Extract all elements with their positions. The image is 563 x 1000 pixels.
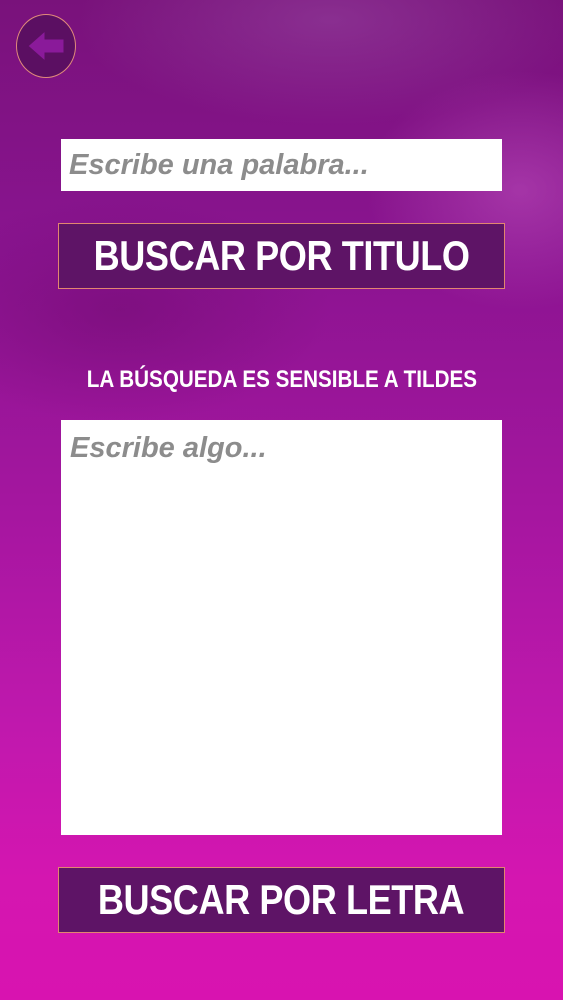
search-by-title-label: BUSCAR POR TITULO (93, 232, 470, 279)
search-by-lyrics-label: BUSCAR POR LETRA (98, 876, 465, 923)
lyrics-search-textarea[interactable] (61, 420, 502, 835)
arrow-left-icon (27, 29, 65, 63)
notice-text: LA BÚSQUEDA ES SENSIBLE A TILDES (86, 366, 477, 393)
accent-sensitive-notice: LA BÚSQUEDA ES SENSIBLE A TILDES (0, 366, 563, 394)
back-button[interactable] (16, 14, 76, 78)
search-by-lyrics-button[interactable]: BUSCAR POR LETRA (58, 867, 505, 933)
word-search-input[interactable] (61, 139, 502, 191)
search-by-title-button[interactable]: BUSCAR POR TITULO (58, 223, 505, 289)
